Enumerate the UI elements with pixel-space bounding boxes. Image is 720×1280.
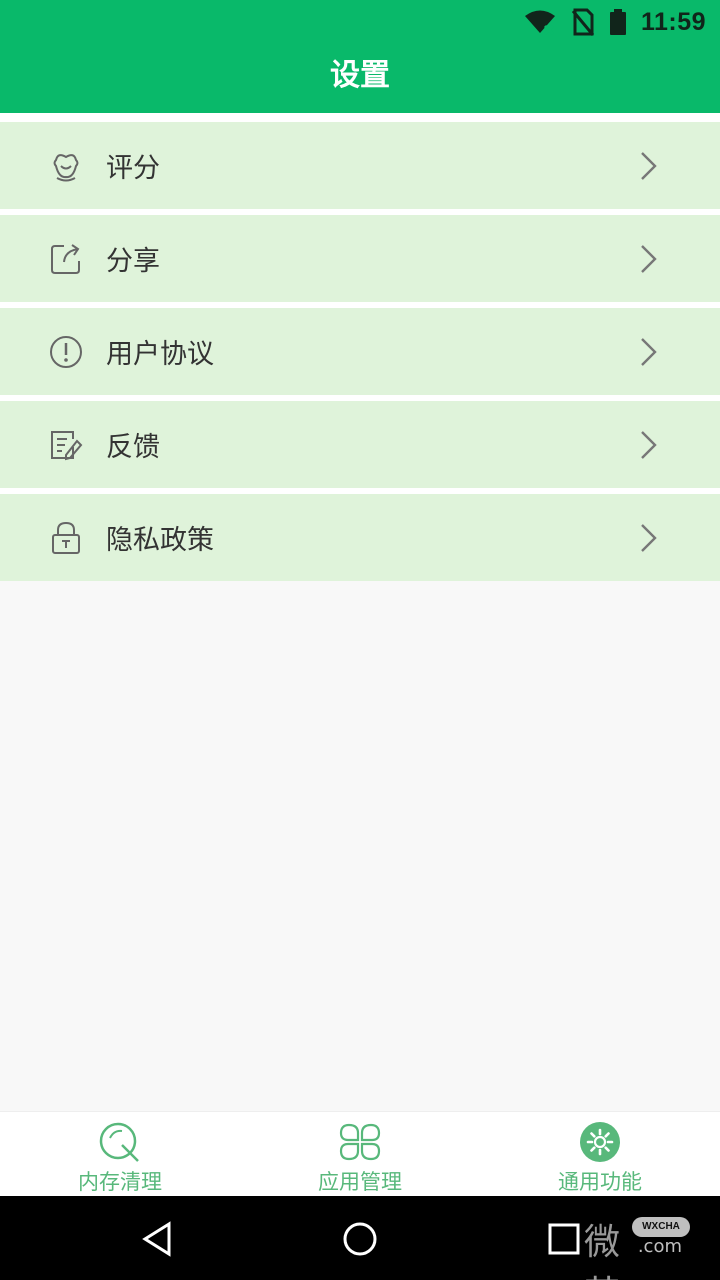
feedback-edit-icon (51, 430, 83, 460)
back-icon[interactable] (136, 1218, 178, 1260)
chevron-right-icon (641, 244, 657, 273)
watermark-domain-suffix: .com (637, 1236, 682, 1257)
app-grid-icon (339, 1123, 381, 1161)
tab-label: 通用功能 (558, 1170, 642, 1194)
wifi-icon (524, 10, 555, 36)
tab-general-functions[interactable]: 通用功能 (480, 1112, 720, 1197)
chevron-right-icon (641, 337, 657, 366)
watermark-badge: WXCHA (632, 1217, 690, 1237)
tab-label: 内存清理 (78, 1170, 162, 1194)
settings-item-rate[interactable]: 评分 (0, 113, 720, 209)
no-sim-icon (571, 8, 595, 36)
settings-screen: 11:59 设置 评分 分享 用户协议 反馈 隐私政策 内存清理 应用管理 通用… (0, 0, 720, 1280)
watermark-chinese: 微茶 (583, 1222, 620, 1280)
rate-flower-icon (53, 153, 79, 181)
tab-label: 应用管理 (318, 1170, 402, 1194)
system-navigation-bar: 微茶 WXCHA .com (0, 1196, 720, 1280)
status-bar: 11:59 (523, 8, 706, 36)
chevron-right-icon (641, 151, 657, 180)
settings-item-feedback[interactable]: 反馈 (0, 395, 720, 488)
battery-icon (609, 9, 626, 35)
settings-item-label: 隐私政策 (106, 525, 214, 556)
settings-item-user-agreement[interactable]: 用户协议 (0, 302, 720, 395)
memory-clean-icon (99, 1122, 139, 1162)
lock-icon (52, 521, 80, 554)
status-time: 11:59 (640, 7, 706, 36)
app-header: 11:59 设置 (0, 0, 720, 113)
home-icon[interactable] (339, 1218, 381, 1260)
share-icon (51, 243, 80, 274)
tab-app-management[interactable]: 应用管理 (240, 1112, 480, 1197)
settings-item-label: 分享 (106, 246, 160, 277)
page-title: 设置 (330, 58, 390, 93)
chevron-right-icon (641, 430, 657, 459)
bottom-navigation: 内存清理 应用管理 通用功能 (0, 1111, 720, 1197)
gear-icon (580, 1122, 620, 1162)
settings-item-label: 评分 (106, 153, 160, 184)
settings-list: 评分 分享 用户协议 反馈 隐私政策 (0, 113, 720, 581)
tab-memory-clean[interactable]: 内存清理 (0, 1112, 240, 1197)
settings-item-privacy-policy[interactable]: 隐私政策 (0, 488, 720, 581)
chevron-right-icon (641, 523, 657, 552)
settings-item-label: 反馈 (106, 432, 160, 463)
settings-item-label: 用户协议 (106, 339, 214, 370)
recent-apps-icon[interactable] (543, 1218, 585, 1260)
settings-item-share[interactable]: 分享 (0, 209, 720, 302)
info-icon (50, 335, 82, 368)
